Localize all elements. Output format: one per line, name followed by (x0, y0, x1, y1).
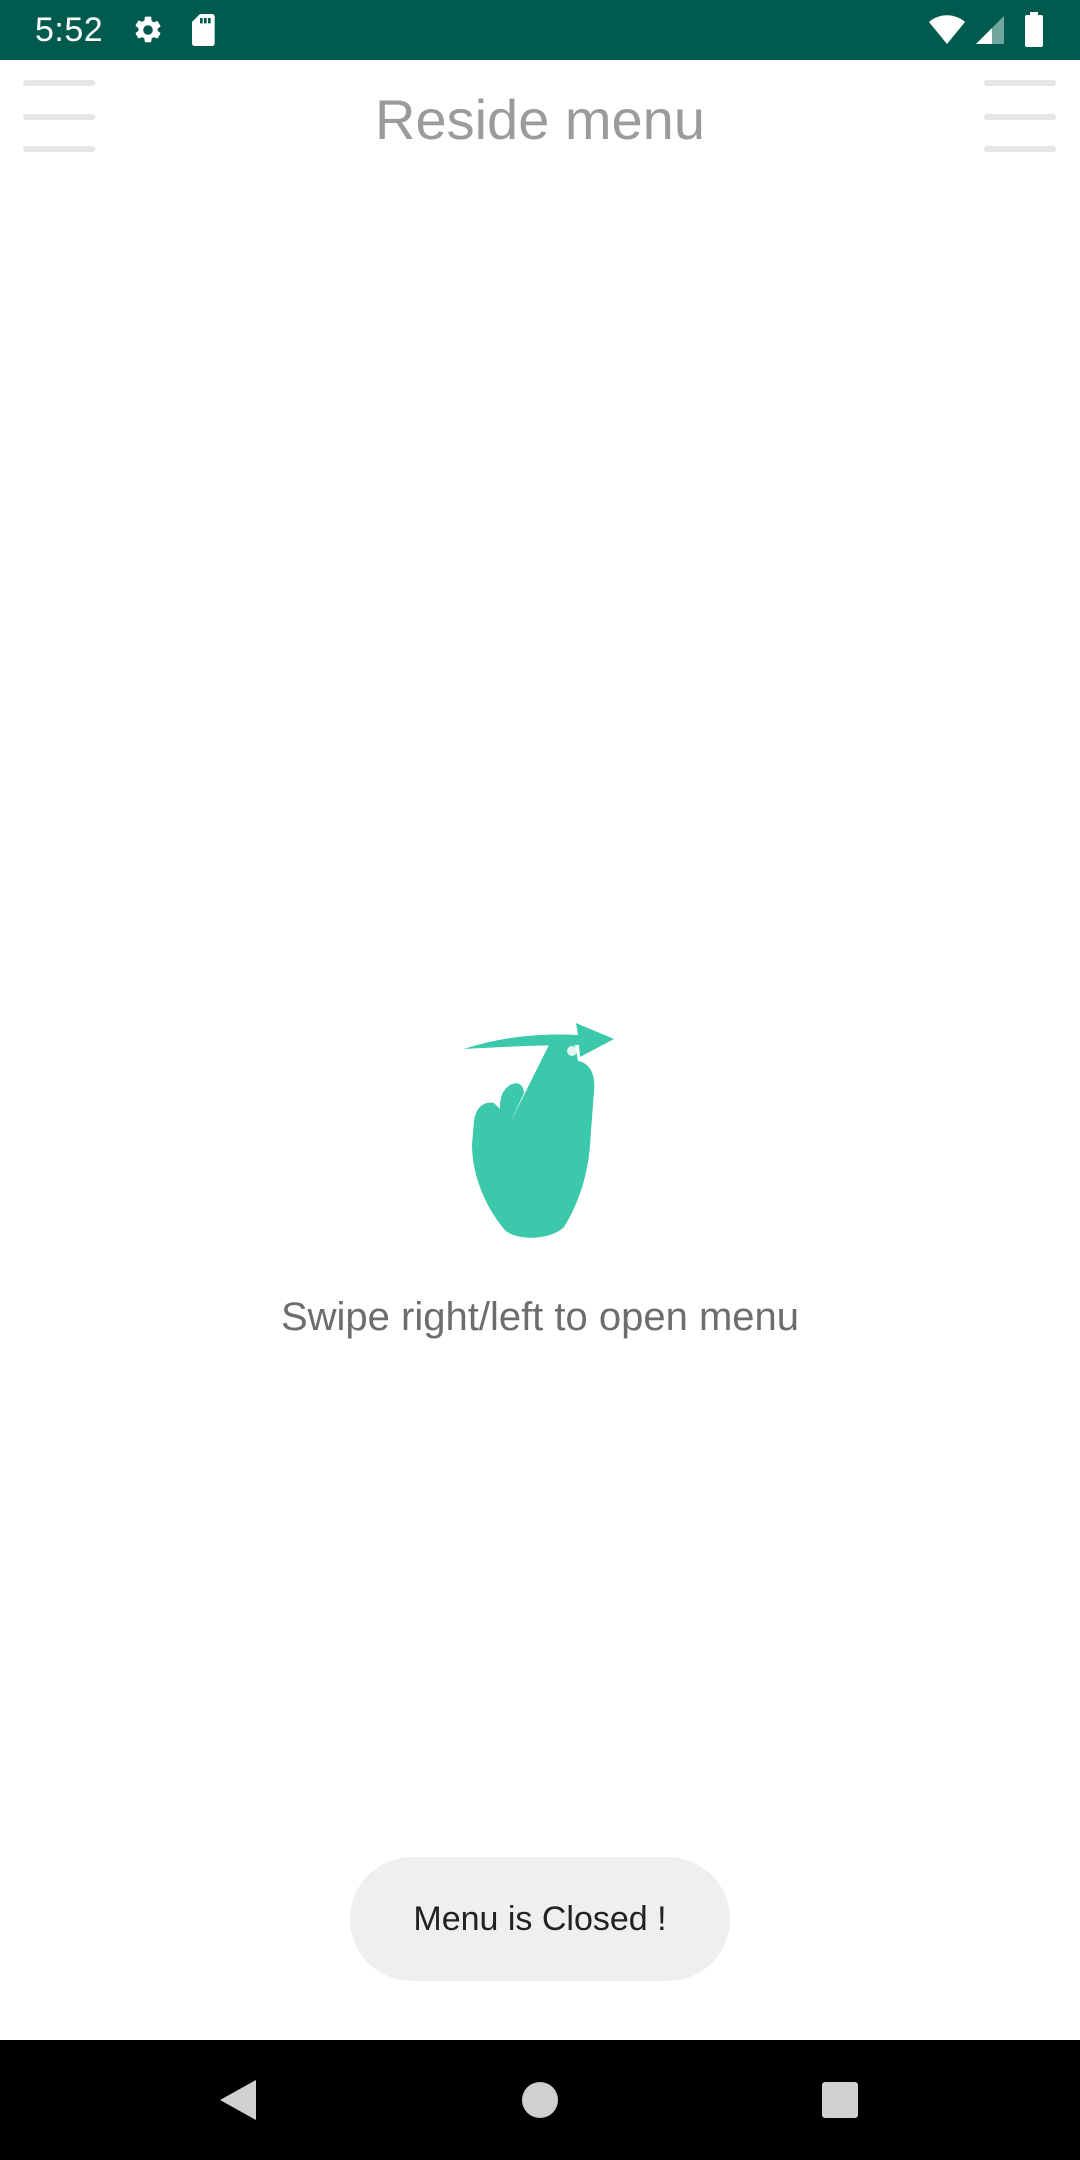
hamburger-menu-icon-bar (984, 114, 1056, 120)
settings-gear-icon (132, 14, 164, 46)
toast-message: Menu is Closed ! (350, 1857, 730, 1981)
home-button[interactable] (500, 2060, 580, 2140)
toast-text: Menu is Closed ! (413, 1899, 667, 1938)
sd-card-icon (190, 14, 218, 46)
swipe-gesture-icon (460, 1005, 620, 1245)
recents-button[interactable] (800, 2060, 880, 2140)
home-icon (522, 2082, 558, 2118)
swipe-hint-text: Swipe right/left to open menu (280, 1295, 800, 1339)
back-button[interactable] (198, 2060, 278, 2140)
hamburger-menu-icon-bar (984, 146, 1056, 152)
navigation-bar (0, 2040, 1080, 2160)
app-bar: Reside menu (0, 60, 1080, 182)
cellular-signal-icon (974, 14, 1006, 46)
status-time: 5:52 (35, 11, 104, 49)
status-bar: 5:52 (0, 0, 1080, 60)
wifi-icon (928, 14, 966, 46)
hamburger-menu-icon (984, 80, 1056, 86)
app-screen: 5:52 Reside menu Swipe right/left to ope… (0, 0, 1080, 2160)
back-icon (220, 2080, 256, 2120)
page-title: Reside menu (375, 88, 705, 151)
battery-icon (1024, 12, 1044, 48)
recents-icon (822, 2082, 858, 2118)
hamburger-menu-icon (23, 80, 95, 86)
right-menu-button[interactable] (984, 80, 1058, 156)
